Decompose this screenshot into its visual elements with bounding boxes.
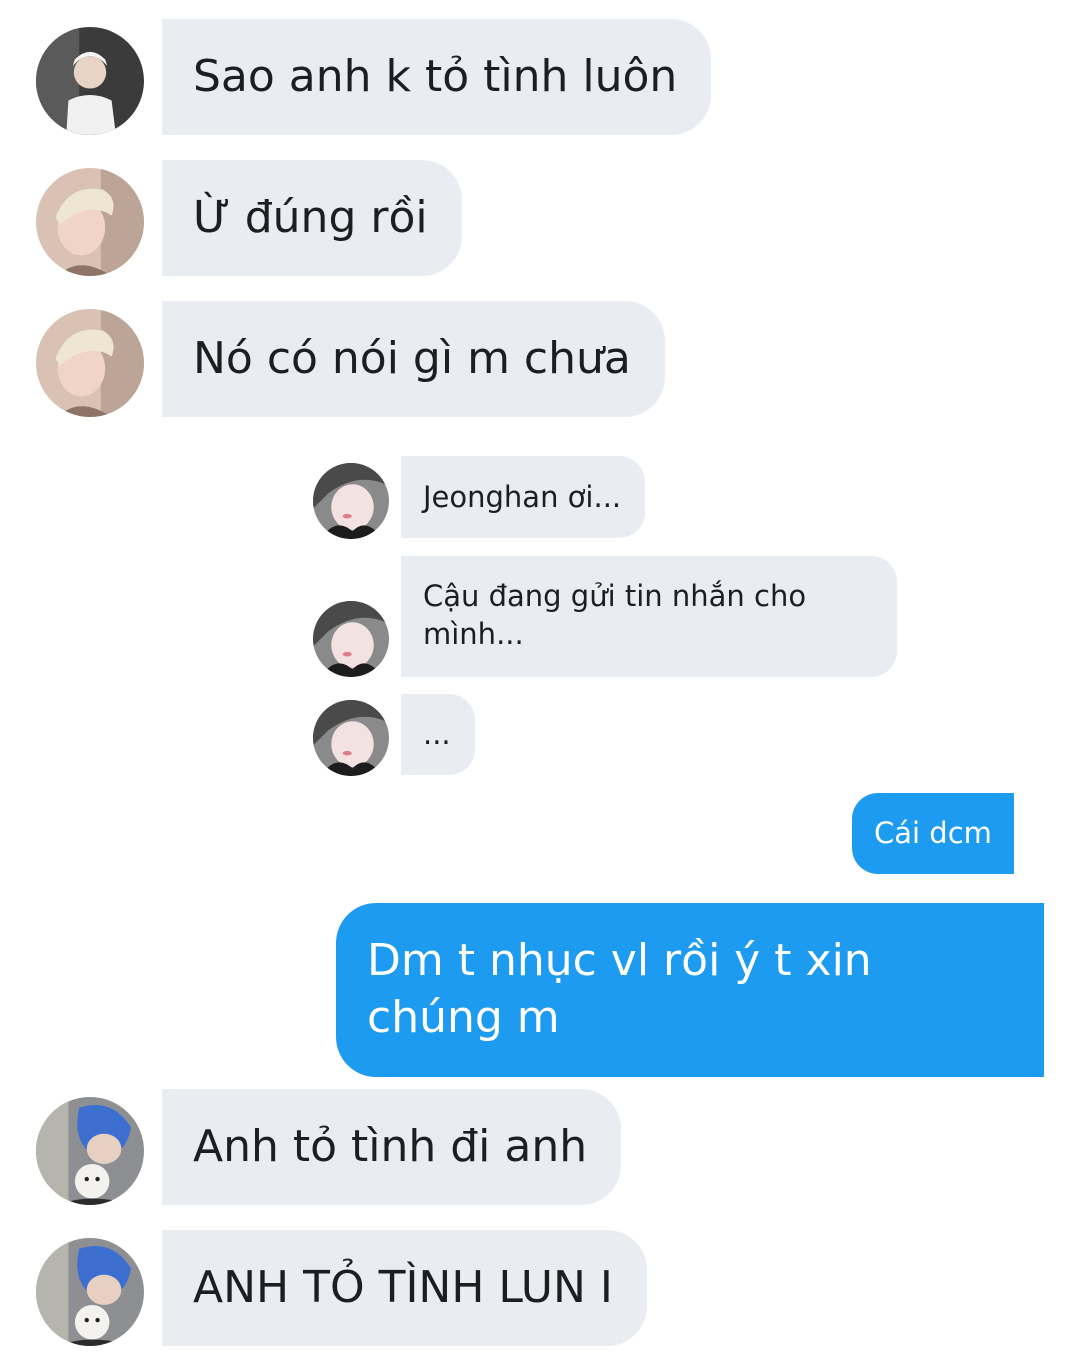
received-message[interactable]: Anh tỏ tình đi anh bbox=[162, 1089, 622, 1205]
received-message[interactable]: Cậu đang gửi tin nhắn cho mình... bbox=[401, 556, 897, 677]
message-text: Jeonghan ơi... bbox=[423, 480, 622, 514]
avatar[interactable] bbox=[36, 1097, 144, 1205]
avatar[interactable] bbox=[36, 309, 144, 417]
message-text: Dm t nhục vl rồi ý t xin chúng m bbox=[367, 935, 872, 1043]
message-text: Sao anh k tỏ tình luôn bbox=[193, 51, 678, 102]
avatar[interactable] bbox=[313, 601, 389, 677]
avatar-photo-icon bbox=[313, 700, 389, 776]
avatar[interactable] bbox=[313, 463, 389, 539]
message-text: Cậu đang gửi tin nhắn cho mình... bbox=[423, 579, 807, 651]
avatar-photo-icon bbox=[36, 168, 144, 276]
sent-message[interactable]: Cái dcm bbox=[852, 793, 1014, 874]
message-text: Nó có nói gì m chưa bbox=[193, 333, 631, 384]
received-message[interactable]: ... bbox=[401, 694, 475, 775]
received-message[interactable]: Sao anh k tỏ tình luôn bbox=[162, 19, 712, 135]
message-text: ANH TỎ TÌNH LUN I bbox=[193, 1262, 613, 1313]
avatar-photo-icon bbox=[36, 1097, 144, 1205]
avatar[interactable] bbox=[313, 700, 389, 776]
message-text: Ừ đúng rồi bbox=[193, 192, 428, 243]
avatar-photo-icon bbox=[36, 1238, 144, 1346]
message-text: Cái dcm bbox=[874, 816, 992, 850]
chat-thread: Sao anh k tỏ tình luôn Ừ đúng rồi Nó có … bbox=[0, 0, 1080, 1356]
received-message[interactable]: Ừ đúng rồi bbox=[162, 160, 462, 276]
avatar[interactable] bbox=[36, 168, 144, 276]
message-text: ... bbox=[423, 717, 451, 751]
avatar-photo-icon bbox=[36, 309, 144, 417]
received-message[interactable]: Jeonghan ơi... bbox=[401, 456, 646, 538]
sent-message[interactable]: Dm t nhục vl rồi ý t xin chúng m bbox=[336, 903, 1044, 1077]
received-message[interactable]: ANH TỎ TÌNH LUN I bbox=[162, 1230, 647, 1346]
message-text: Anh tỏ tình đi anh bbox=[193, 1121, 588, 1172]
avatar-photo-icon bbox=[313, 463, 389, 539]
avatar-photo-icon bbox=[313, 601, 389, 677]
avatar[interactable] bbox=[36, 27, 144, 135]
avatar[interactable] bbox=[36, 1238, 144, 1346]
received-message[interactable]: Nó có nói gì m chưa bbox=[162, 301, 665, 417]
avatar-photo-icon bbox=[36, 27, 144, 135]
